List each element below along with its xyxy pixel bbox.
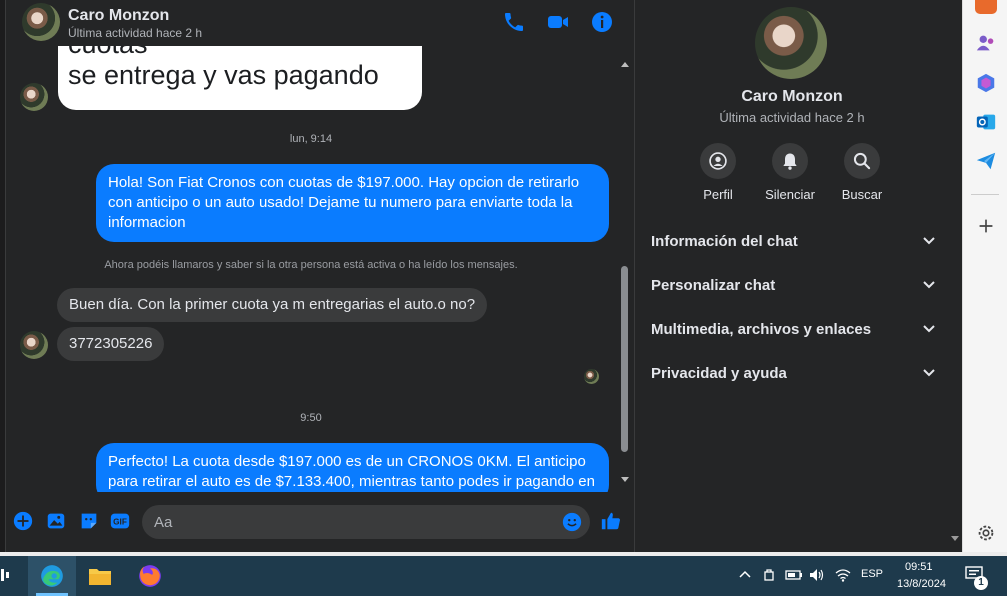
edge-taskbar-button[interactable] [28, 556, 76, 596]
search-action[interactable]: Buscar [822, 143, 902, 202]
sticker-icon[interactable] [78, 510, 100, 532]
browser-sidebar [962, 0, 1007, 552]
contact-status: Última actividad hace 2 h [68, 26, 203, 40]
action-label: Silenciar [765, 187, 815, 202]
message-input[interactable] [142, 505, 590, 539]
section-customize-chat[interactable]: Personalizar chat [651, 268, 935, 302]
timestamp: lun, 9:14 [289, 133, 333, 145]
sender-avatar [20, 83, 48, 111]
toolbox-icon[interactable] [975, 0, 997, 14]
section-label: Información del chat [651, 232, 798, 250]
edge-browser-icon [41, 565, 63, 587]
mute-action[interactable]: Silenciar [750, 143, 830, 202]
sent-message[interactable]: Hola! Son Fiat Cronos con cuotas de $197… [96, 164, 609, 242]
contact-avatar[interactable] [22, 3, 60, 41]
section-privacy-help[interactable]: Privacidad y ayuda [651, 356, 935, 390]
section-label: Privacidad y ayuda [651, 364, 787, 382]
chat-notice: Ahora podéis llamaros y saber si la otra… [104, 259, 518, 271]
received-message-partial[interactable]: cuotas se entrega y vas pagando [58, 46, 422, 110]
add-app-icon[interactable] [975, 215, 997, 237]
profile-action[interactable]: Perfil [678, 143, 758, 202]
section-chat-info[interactable]: Información del chat [651, 224, 935, 258]
profile-name: Caro Monzon [741, 88, 843, 105]
language-indicator[interactable]: ESP [861, 568, 883, 580]
profile-icon[interactable] [700, 143, 736, 179]
profile-status: Última actividad hace 2 h [719, 110, 865, 125]
outlook-icon[interactable] [975, 111, 997, 133]
chevron-down-icon [923, 369, 935, 377]
received-message[interactable]: Buen día. Con la primer cuota ya m entre… [57, 288, 488, 322]
message-list[interactable]: cuotas se entrega y vas pagando lun, 9:1… [6, 46, 616, 492]
scroll-down-icon[interactable] [950, 535, 960, 543]
file-explorer-taskbar-button[interactable] [76, 556, 124, 596]
scroll-thumb[interactable] [621, 266, 628, 452]
chat-pane: Caro Monzon Última actividad hace 2 h cu… [0, 0, 634, 552]
send-icon[interactable] [975, 150, 997, 172]
chevron-up-icon[interactable] [739, 570, 751, 578]
firefox-taskbar-button[interactable] [126, 556, 174, 596]
sent-message[interactable]: Perfecto! La cuota desde $197.000 es de … [96, 443, 609, 492]
section-media-files-links[interactable]: Multimedia, archivos y enlaces [651, 312, 935, 346]
security-icon[interactable] [763, 568, 775, 582]
battery-icon[interactable] [785, 569, 803, 581]
read-receipt-avatar [584, 369, 599, 384]
like-icon[interactable] [600, 510, 622, 532]
action-label: Perfil [703, 187, 733, 202]
message-line: se entrega y vas pagando [68, 60, 379, 90]
sender-avatar [20, 331, 48, 359]
video-call-icon[interactable] [546, 10, 570, 34]
people-icon[interactable] [975, 32, 997, 54]
chevron-down-icon [923, 281, 935, 289]
bell-icon[interactable] [772, 143, 808, 179]
firefox-icon [139, 565, 161, 587]
clock-time[interactable]: 09:51 [905, 561, 933, 573]
chevron-down-icon [923, 237, 935, 245]
scroll-down-icon[interactable] [620, 476, 630, 484]
windows-taskbar: ESP 09:51 13/8/2024 1 [0, 552, 1007, 596]
message-line: cuotas [68, 46, 412, 60]
info-icon[interactable] [590, 10, 614, 34]
copilot-icon[interactable] [975, 72, 997, 94]
composer-bar: GIF [6, 496, 634, 552]
svg-text:GIF: GIF [113, 518, 127, 527]
section-label: Multimedia, archivos y enlaces [651, 320, 872, 338]
emoji-icon[interactable] [561, 511, 583, 533]
gif-icon[interactable]: GIF [109, 510, 131, 532]
messenger-window: Caro Monzon Última actividad hace 2 h cu… [0, 0, 1007, 596]
notification-badge: 1 [974, 576, 988, 590]
volume-icon[interactable] [809, 568, 825, 582]
received-message[interactable]: 3772305226 [57, 327, 165, 361]
chat-info-panel: Caro Monzon Última actividad hace 2 h Pe… [634, 0, 948, 552]
section-label: Personalizar chat [651, 276, 776, 294]
add-icon[interactable] [12, 510, 34, 532]
chat-scrollbar[interactable] [618, 56, 632, 492]
profile-avatar[interactable] [755, 7, 827, 79]
phone-call-icon[interactable] [502, 10, 526, 34]
scroll-up-icon[interactable] [620, 60, 630, 68]
settings-gear-icon[interactable] [975, 522, 997, 544]
chat-header: Caro Monzon Última actividad hace 2 h [6, 0, 634, 46]
clock-date[interactable]: 13/8/2024 [897, 578, 946, 590]
image-icon[interactable] [45, 510, 67, 532]
timestamp: 9:50 [300, 412, 322, 424]
search-icon[interactable] [844, 143, 880, 179]
folder-icon [89, 569, 111, 585]
action-label: Buscar [841, 187, 883, 202]
task-view-icon[interactable] [0, 568, 10, 582]
info-panel-scrollbar[interactable] [948, 0, 962, 552]
wifi-icon[interactable] [835, 568, 851, 582]
contact-name[interactable]: Caro Monzon [68, 7, 169, 25]
chevron-down-icon [923, 325, 935, 333]
sidebar-divider [971, 194, 999, 195]
